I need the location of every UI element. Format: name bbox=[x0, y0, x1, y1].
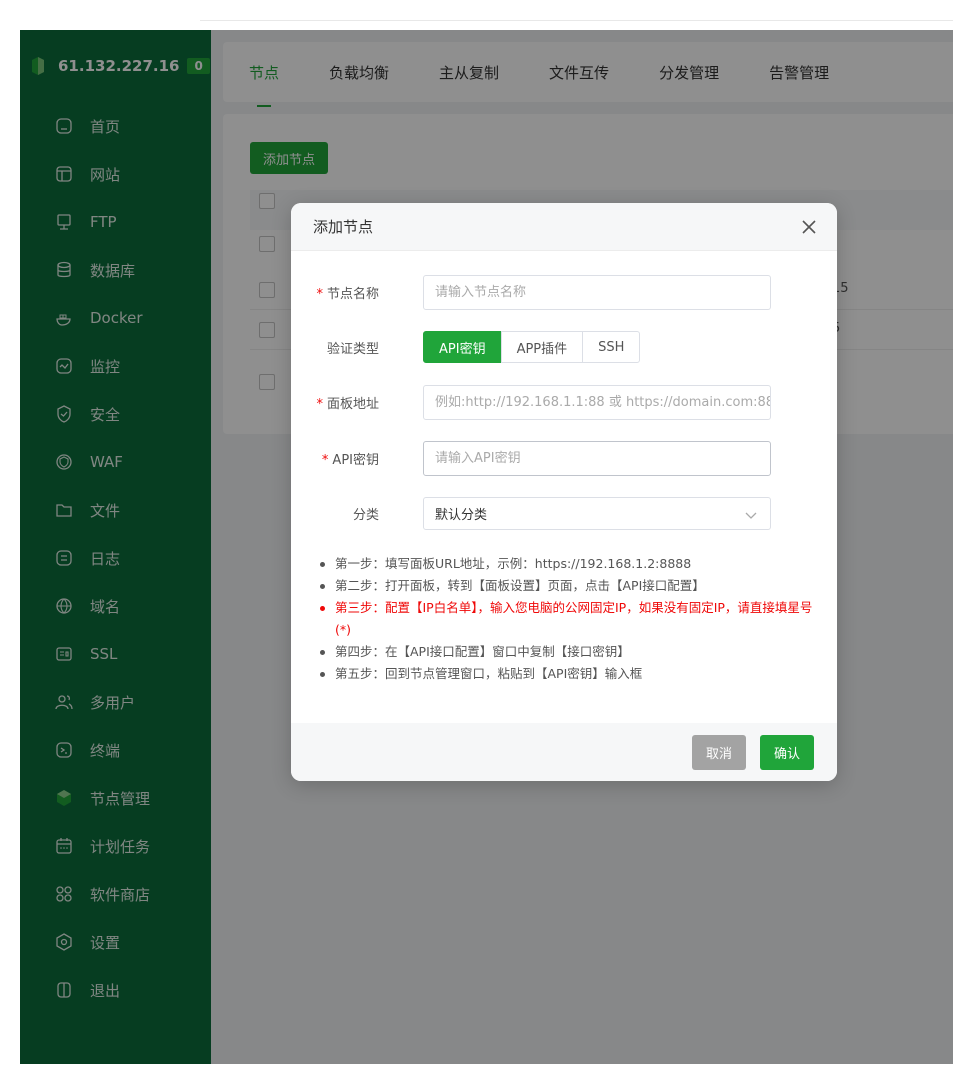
panel-address-input[interactable] bbox=[423, 384, 771, 420]
close-icon[interactable] bbox=[799, 217, 819, 237]
auth-type-selector: API密钥 APP插件 SSH bbox=[423, 331, 641, 363]
instruction-steps: 第一步：填写面板URL地址，示例：https://192.168.1.2:888… bbox=[315, 553, 815, 685]
step-item: 第五步：回到节点管理窗口，粘贴到【API密钥】输入框 bbox=[315, 663, 815, 685]
category-label: 分类 bbox=[352, 507, 379, 523]
auth-app-plugin-option[interactable]: APP插件 bbox=[500, 331, 584, 363]
chevron-down-icon bbox=[745, 512, 757, 519]
auth-ssh-option[interactable]: SSH bbox=[582, 331, 641, 363]
step-item-warning: 第三步：配置【IP白名单】，输入您电脑的公网固定IP，如果没有固定IP，请直接填… bbox=[315, 597, 815, 641]
step-item: 第二步：打开面板，转到【面板设置】页面，点击【API接口配置】 bbox=[315, 575, 815, 597]
node-name-row: * 节点名称 bbox=[291, 274, 837, 310]
confirm-button[interactable]: 确认 bbox=[760, 735, 815, 770]
add-node-dialog: 添加节点 *节点名称 验证类型 API密钥 APP插件 SSH *面板地址 *A… bbox=[291, 203, 837, 781]
node-name-label: * 节点名称 bbox=[316, 286, 379, 302]
panel-address-row: * 面板地址 bbox=[291, 384, 837, 420]
node-name-input[interactable] bbox=[423, 274, 771, 310]
category-value: 默认分类 bbox=[435, 507, 488, 523]
top-divider bbox=[200, 20, 953, 21]
step-item: 第四步：在【API接口配置】窗口中复制【接口密钥】 bbox=[315, 641, 815, 663]
step-item: 第一步：填写面板URL地址，示例：https://192.168.1.2:888… bbox=[315, 553, 815, 575]
api-key-label: * API密钥 bbox=[321, 452, 379, 468]
dialog-footer: 取消 确认 bbox=[291, 723, 837, 781]
api-key-row: * API密钥 bbox=[291, 440, 837, 476]
auth-type-label: 验证类型 bbox=[326, 341, 379, 357]
cancel-button[interactable]: 取消 bbox=[692, 735, 747, 770]
panel-address-label: * 面板地址 bbox=[316, 396, 379, 412]
dialog-header: 添加节点 bbox=[291, 203, 837, 251]
auth-type-row: 验证类型 API密钥 APP插件 SSH bbox=[291, 329, 837, 365]
category-row: 分类 默认分类 bbox=[291, 495, 837, 531]
api-key-input[interactable] bbox=[423, 440, 771, 476]
category-select[interactable]: 默认分类 bbox=[423, 496, 771, 530]
dialog-title: 添加节点 bbox=[313, 218, 374, 236]
auth-api-key-option[interactable]: API密钥 bbox=[423, 331, 502, 363]
